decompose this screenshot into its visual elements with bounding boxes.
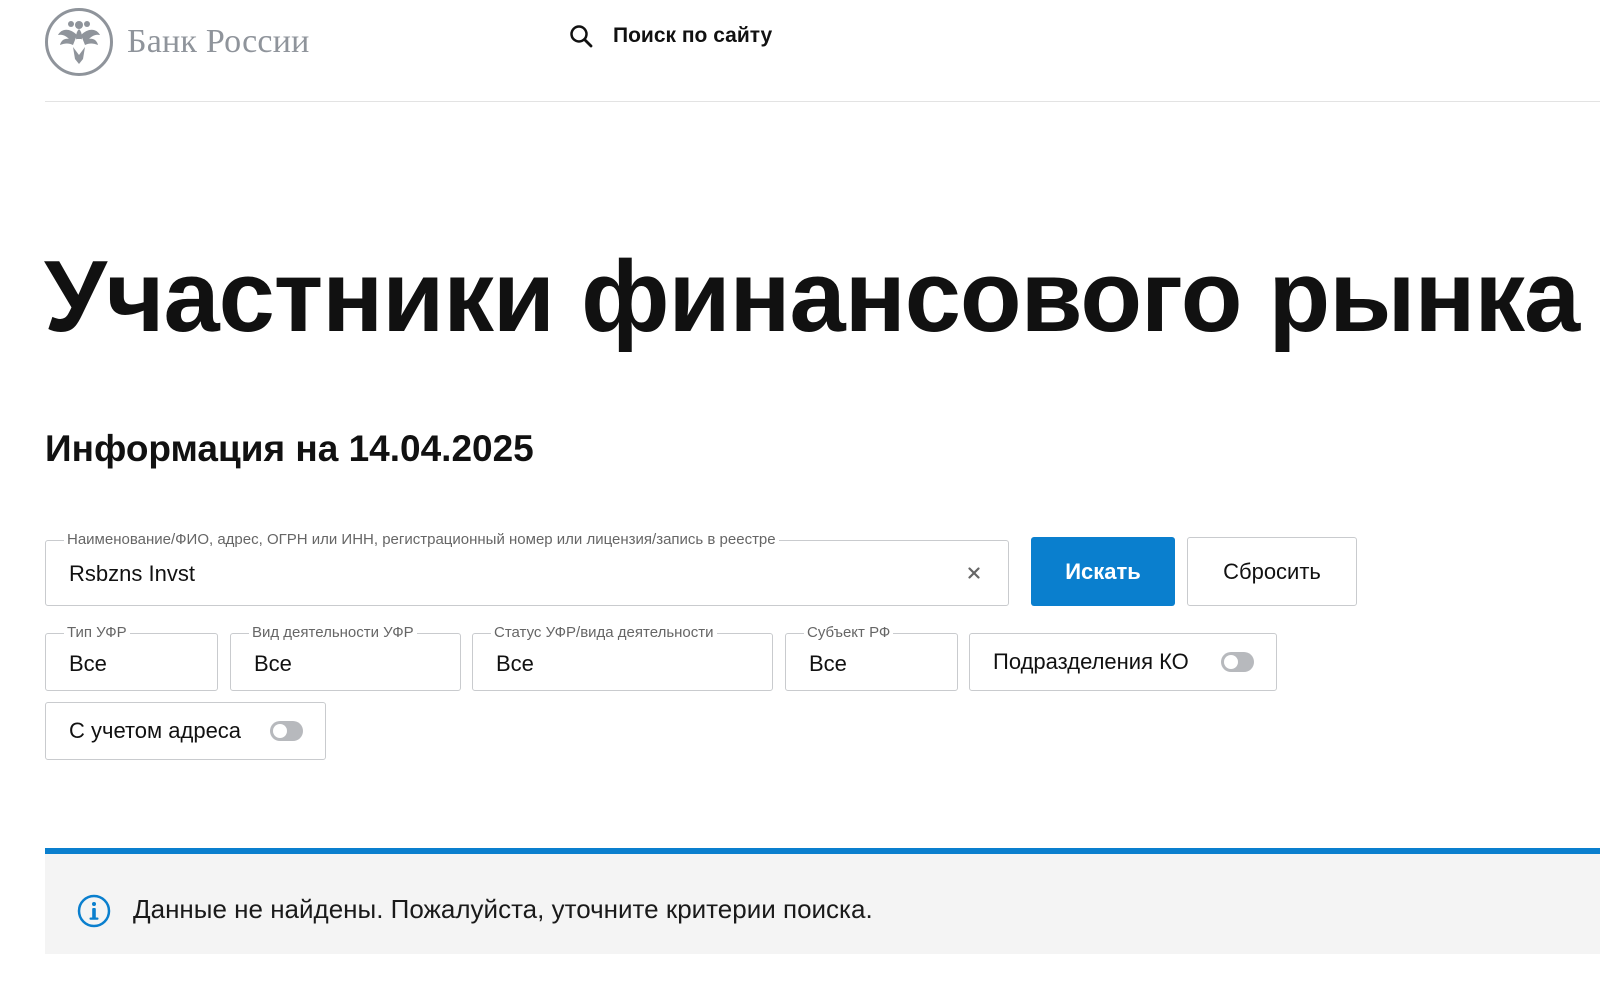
site-search-label: Поиск по сайту [613,24,773,47]
page: Банк России Поиск по сайту Участники фин… [0,0,1600,997]
info-icon [77,894,111,933]
search-icon [569,24,593,48]
type-select[interactable]: Тип УФР Все [45,624,218,691]
region-select[interactable]: Субъект РФ Все [785,624,958,691]
no-results-notice: Данные не найдены. Пожалуйста, уточните … [45,848,1600,954]
registry-search-input[interactable] [69,557,929,591]
activity-select[interactable]: Вид деятельности УФР Все [230,624,461,691]
branches-toggle-switch[interactable] [1221,652,1254,672]
double-headed-eagle-icon [45,8,113,76]
type-select-legend: Тип УФР [64,624,130,642]
search-button[interactable]: Искать [1031,537,1175,606]
activity-select-value: Все [254,651,292,676]
region-select-legend: Субъект РФ [804,624,894,642]
no-results-message: Данные не найдены. Пожалуйста, уточните … [133,894,873,924]
logo-text: Банк России [127,23,310,60]
status-select-legend: Статус УФР/вида деятельности [491,624,717,642]
registry-search-field: Наименование/ФИО, адрес, ОГРН или ИНН, р… [45,531,1009,606]
reset-button[interactable]: Сбросить [1187,537,1357,606]
page-title: Участники финансового рынка [44,241,1580,353]
status-select-value: Все [496,651,534,676]
type-select-value: Все [69,651,107,676]
branches-toggle-box[interactable]: Подразделения КО [969,633,1277,691]
bank-logo-link[interactable]: Банк России [45,8,310,76]
activity-select-legend: Вид деятельности УФР [249,624,417,642]
region-select-value: Все [809,651,847,676]
address-toggle-box[interactable]: С учетом адреса [45,702,326,760]
address-toggle-label: С учетом адреса [69,718,242,743]
site-search-link[interactable]: Поиск по сайту [569,24,772,48]
info-date-heading: Информация на 14.04.2025 [45,428,534,469]
site-header: Банк России Поиск по сайту [45,0,1600,102]
status-select[interactable]: Статус УФР/вида деятельности Все [472,624,773,691]
branches-toggle-label: Подразделения КО [993,649,1189,674]
registry-search-legend: Наименование/ФИО, адрес, ОГРН или ИНН, р… [64,531,779,549]
address-toggle-switch[interactable] [270,721,303,741]
close-icon[interactable] [964,563,984,583]
